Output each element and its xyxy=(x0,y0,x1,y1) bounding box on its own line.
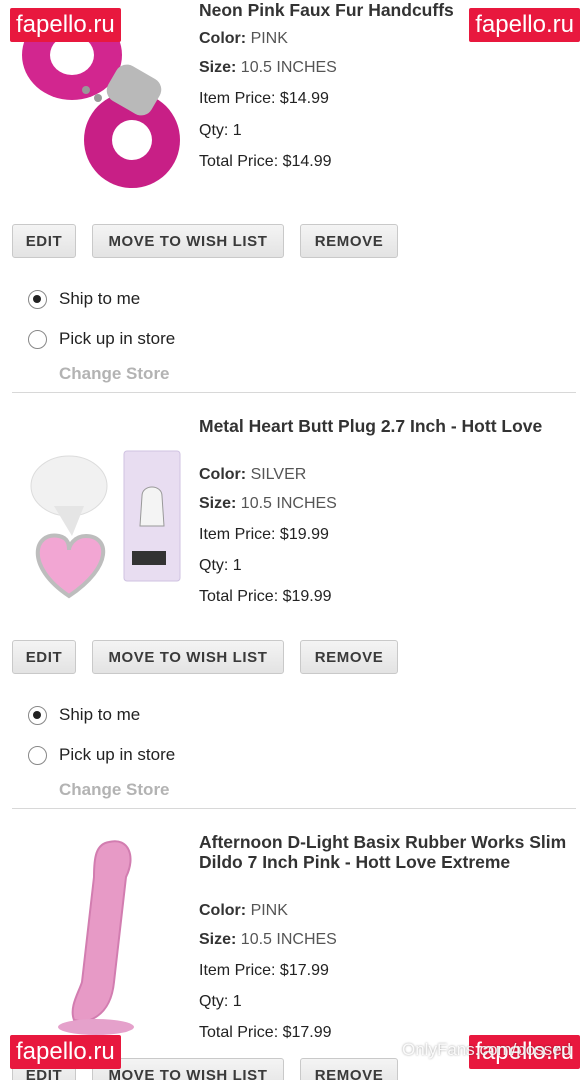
remove-button[interactable]: REMOVE xyxy=(300,1058,398,1080)
item-price-value: $17.99 xyxy=(279,962,329,979)
size-label: Size: xyxy=(199,931,237,948)
item-qty: Qty: 1 xyxy=(199,557,242,575)
qty-value: 1 xyxy=(232,122,242,139)
item-title[interactable]: Afternoon D-Light Basix Rubber Works Sli… xyxy=(199,832,569,872)
watermark-badge-bottom-left: fapello.ru xyxy=(10,1035,121,1069)
radio-selected-icon[interactable] xyxy=(28,705,47,725)
move-to-wish-list-button[interactable]: MOVE TO WISH LIST xyxy=(92,224,284,258)
size-value: 10.5 INCHES xyxy=(240,59,337,76)
total-value: $17.99 xyxy=(282,1024,332,1041)
item-size: Size: 10.5 INCHES xyxy=(199,931,337,949)
size-value: 10.5 INCHES xyxy=(240,931,337,948)
total-label: Total Price: xyxy=(199,153,279,170)
item-total: Total Price: $17.99 xyxy=(199,1024,332,1042)
item-color: Color: PINK xyxy=(199,30,288,48)
pick-up-in-store-option[interactable]: Pick up in store xyxy=(28,745,175,765)
color-label: Color: xyxy=(199,30,247,47)
radio-unselected-icon[interactable] xyxy=(28,329,47,349)
watermark-badge-top-right: fapello.ru xyxy=(469,8,580,42)
total-value: $14.99 xyxy=(282,153,332,170)
change-store-link[interactable]: Change Store xyxy=(59,780,170,800)
item-price: Item Price: $14.99 xyxy=(199,90,329,108)
size-label: Size: xyxy=(199,495,237,512)
remove-button[interactable]: REMOVE xyxy=(300,640,398,674)
item-price: Item Price: $17.99 xyxy=(199,962,329,980)
divider xyxy=(12,808,576,809)
size-label: Size: xyxy=(199,59,237,76)
divider xyxy=(12,392,576,393)
ship-to-me-option[interactable]: Ship to me xyxy=(28,705,140,725)
ship-to-me-option[interactable]: Ship to me xyxy=(28,289,140,309)
item-color: Color: SILVER xyxy=(199,466,306,484)
item-qty: Qty: 1 xyxy=(199,122,242,140)
edit-button[interactable]: EDIT xyxy=(12,640,76,674)
item-price-value: $19.99 xyxy=(279,526,329,543)
total-label: Total Price: xyxy=(199,588,279,605)
qty-label: Qty: xyxy=(199,993,229,1010)
item-total: Total Price: $14.99 xyxy=(199,153,332,171)
move-to-wish-list-button[interactable]: MOVE TO WISH LIST xyxy=(92,1058,284,1080)
item-price: Item Price: $19.99 xyxy=(199,526,329,544)
move-to-wish-list-button[interactable]: MOVE TO WISH LIST xyxy=(92,640,284,674)
qty-value: 1 xyxy=(232,557,242,574)
color-value: SILVER xyxy=(250,466,307,483)
change-store-link[interactable]: Change Store xyxy=(59,364,170,384)
qty-label: Qty: xyxy=(199,557,229,574)
watermark-footer-text: OnlyFans.com/possed xyxy=(402,1040,572,1059)
color-label: Color: xyxy=(199,466,247,483)
pink-toy-image[interactable] xyxy=(14,832,184,1037)
pickup-label: Pick up in store xyxy=(59,745,176,764)
ship-label: Ship to me xyxy=(59,289,141,308)
ship-label: Ship to me xyxy=(59,705,141,724)
heart-plug-image[interactable] xyxy=(14,446,184,626)
color-value: PINK xyxy=(250,902,288,919)
total-label: Total Price: xyxy=(199,1024,279,1041)
item-total: Total Price: $19.99 xyxy=(199,588,332,606)
color-label: Color: xyxy=(199,902,247,919)
item-price-label: Item Price: xyxy=(199,90,276,107)
pick-up-in-store-option[interactable]: Pick up in store xyxy=(28,329,175,349)
qty-label: Qty: xyxy=(199,122,229,139)
radio-unselected-icon[interactable] xyxy=(28,745,47,765)
item-size: Size: 10.5 INCHES xyxy=(199,495,337,513)
item-price-value: $14.99 xyxy=(279,90,329,107)
qty-value: 1 xyxy=(232,993,242,1010)
watermark-badge-top-left: fapello.ru xyxy=(10,8,121,42)
item-qty: Qty: 1 xyxy=(199,993,242,1011)
item-color: Color: PINK xyxy=(199,902,288,920)
item-title[interactable]: Metal Heart Butt Plug 2.7 Inch - Hott Lo… xyxy=(199,416,569,436)
item-price-label: Item Price: xyxy=(199,526,276,543)
pickup-label: Pick up in store xyxy=(59,329,176,348)
remove-button[interactable]: REMOVE xyxy=(300,224,398,258)
item-price-label: Item Price: xyxy=(199,962,276,979)
item-size: Size: 10.5 INCHES xyxy=(199,59,337,77)
color-value: PINK xyxy=(250,30,288,47)
radio-selected-icon[interactable] xyxy=(28,289,47,309)
edit-button[interactable]: EDIT xyxy=(12,224,76,258)
total-value: $19.99 xyxy=(282,588,332,605)
size-value: 10.5 INCHES xyxy=(240,495,337,512)
